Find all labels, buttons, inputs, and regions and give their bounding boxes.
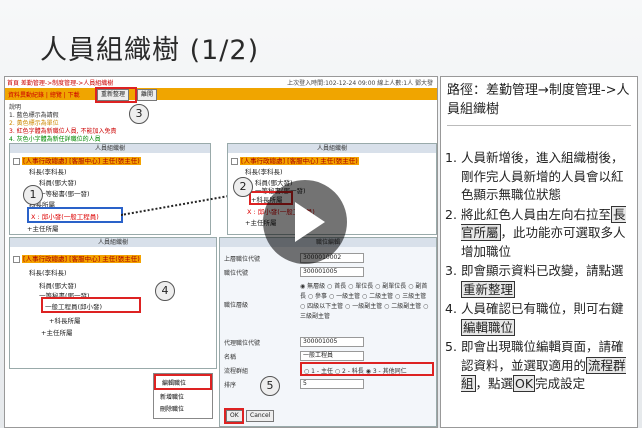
context-delete-position[interactable]: 刪除職位 (154, 402, 212, 414)
form-label: 職位層級 (224, 302, 249, 309)
legend-item: 2. 黃色標示為單位 (9, 120, 59, 127)
tree-node[interactable]: +主任所屬 (41, 327, 72, 337)
step-item: 2. 將此紅色人員由左向右拉至 長官所屬 ，此功能亦可選取多人增加職位 (445, 205, 626, 259)
checkbox[interactable] (231, 157, 238, 165)
legend-item: 1. 藍色標示為請假 (9, 112, 59, 119)
play-icon[interactable] (263, 180, 347, 264)
context-edit-position[interactable]: 編輯職位 (154, 374, 212, 390)
sort-field[interactable]: 5 (300, 379, 364, 389)
app-nav-path: 首頁 差勤管理->制度管理->人員組織樹 (7, 80, 114, 87)
form-label: 排序 (224, 382, 237, 389)
step-item: 4. 人員確認已有職位，則可右鍵編輯職位 (445, 301, 624, 336)
tree-node[interactable]: 科員(鄧大發) (39, 177, 77, 187)
step-item: 1. 人員新增後，進入組織樹後，剛作完人員新增的人員會以紅色顯示無職位狀態 (445, 150, 624, 202)
form-label: 代理職位代號 (224, 340, 261, 347)
form-label: 流程群組 (224, 368, 249, 375)
app-topbar: 首頁 差勤管理->制度管理->人員組織樹 上次登入時間:102-12-24 09… (5, 77, 437, 88)
position-level-radios[interactable]: ◉ 無層級 ○ 首長 ○ 單位長 ○ 副單位長 ○ 副首長 ○ 參事 ○ 一級主… (300, 282, 432, 322)
highlight-refresh (95, 87, 137, 103)
tree-node-root[interactable]: [人事行政總處] [客服中心] 主任(張主任) (13, 155, 141, 165)
legend-item: 3. 紅色字體為新職位人員, 不能加入免責 (9, 128, 117, 135)
cancel-button[interactable]: Cancel (246, 410, 275, 422)
name-field[interactable]: 一般工程員 (300, 351, 364, 361)
step-badge-2: 2 (233, 177, 253, 197)
toolbar-links[interactable]: 資料異動紀錄 | 總覽 | 下載 (8, 90, 80, 99)
highlight-new-person (27, 207, 123, 223)
checkbox[interactable] (13, 255, 20, 263)
step-item: 3. 即會顯示資料已改變，請點選重新整理 (445, 263, 624, 298)
legend-title: 說明 (9, 104, 22, 111)
tree-node[interactable]: 科長(李科長) (245, 166, 283, 176)
form-label: 職位代號 (224, 270, 249, 277)
step-list: 1. 人員新增後，進入組織樹後，剛作完人員新增的人員會以紅色顯示無職位狀態 2. 將… (443, 149, 635, 395)
highlight-flow-group (300, 362, 434, 376)
slide-title: 人員組織樹 (1/2) (40, 35, 260, 66)
legend: 說明 1. 藍色標示為請假 2. 黃色標示為單位 3. 紅色字體為新職位人員, … (9, 104, 116, 144)
step-badge-1: 1 (23, 185, 43, 205)
tree-header: 人員組織樹 (228, 144, 436, 153)
context-menu: 編輯職位 新增職位 刪除職位 (153, 373, 213, 419)
tree-node[interactable]: +科長所屬 (49, 315, 80, 325)
tree-header: 人員組織樹 (10, 238, 216, 247)
toolbar-strip: 資料異動紀錄 | 總覽 | 下載 (5, 88, 437, 100)
context-add-position[interactable]: 新增職位 (154, 390, 212, 402)
step-badge-3: 3 (129, 104, 149, 124)
form-label: 名稱 (224, 354, 237, 361)
tree-node[interactable]: 科員(鄧大發) (39, 280, 77, 290)
highlight-ok (224, 408, 244, 424)
tree-node-root[interactable]: [人事行政總處] [客服中心] 主任(張主任) (231, 155, 359, 165)
tree-node-root[interactable]: [人事行政總處] [客服中心] 主任(張主任) (13, 253, 141, 263)
highlight-assigned-person (41, 297, 141, 313)
form-label: 上層職位代號 (224, 256, 261, 263)
step-badge-5: 5 (260, 376, 280, 396)
tree-header: 人員組織樹 (10, 144, 210, 153)
tree-node[interactable]: +主任所屬 (27, 223, 58, 233)
login-info: 上次登入時間:102-12-24 09:00 線上人數:1人 鄧大發 (287, 80, 433, 87)
position-edit-form: 職位編輯 上層職位代號 3000010002 職位代號 300001005 職位… (219, 237, 437, 427)
position-code-field[interactable]: 300001005 (300, 267, 364, 277)
close-button[interactable]: 離開 (137, 89, 158, 101)
step-badge-4: 4 (155, 281, 175, 301)
slide: 人員組織樹 (1/2) 首頁 差勤管理->制度管理->人員組織樹 上次登入時間:… (0, 0, 642, 428)
tree-node[interactable]: 科長(李科長) (29, 267, 67, 277)
checkbox[interactable] (13, 157, 20, 165)
nav-path: 路徑：差勤管理→制度管理->人員組織樹 (447, 81, 631, 126)
embedded-screenshot: 首頁 差勤管理->制度管理->人員組織樹 上次登入時間:102-12-24 09… (4, 76, 438, 428)
instructions-panel: 路徑：差勤管理→制度管理->人員組織樹 1. 人員新增後，進入組織樹後，剛作完人員… (440, 76, 638, 428)
acting-position-field[interactable]: 300001005 (300, 337, 364, 347)
tree-node[interactable]: 科長(李科長) (29, 166, 67, 176)
step-item: 5. 即會出現職位編輯頁面，請確認資料，並選取適用的 流程群組 ，點選 OK 完成設定 (445, 339, 626, 392)
tree-node[interactable]: 一等秘書(鄧一發) (39, 188, 90, 198)
